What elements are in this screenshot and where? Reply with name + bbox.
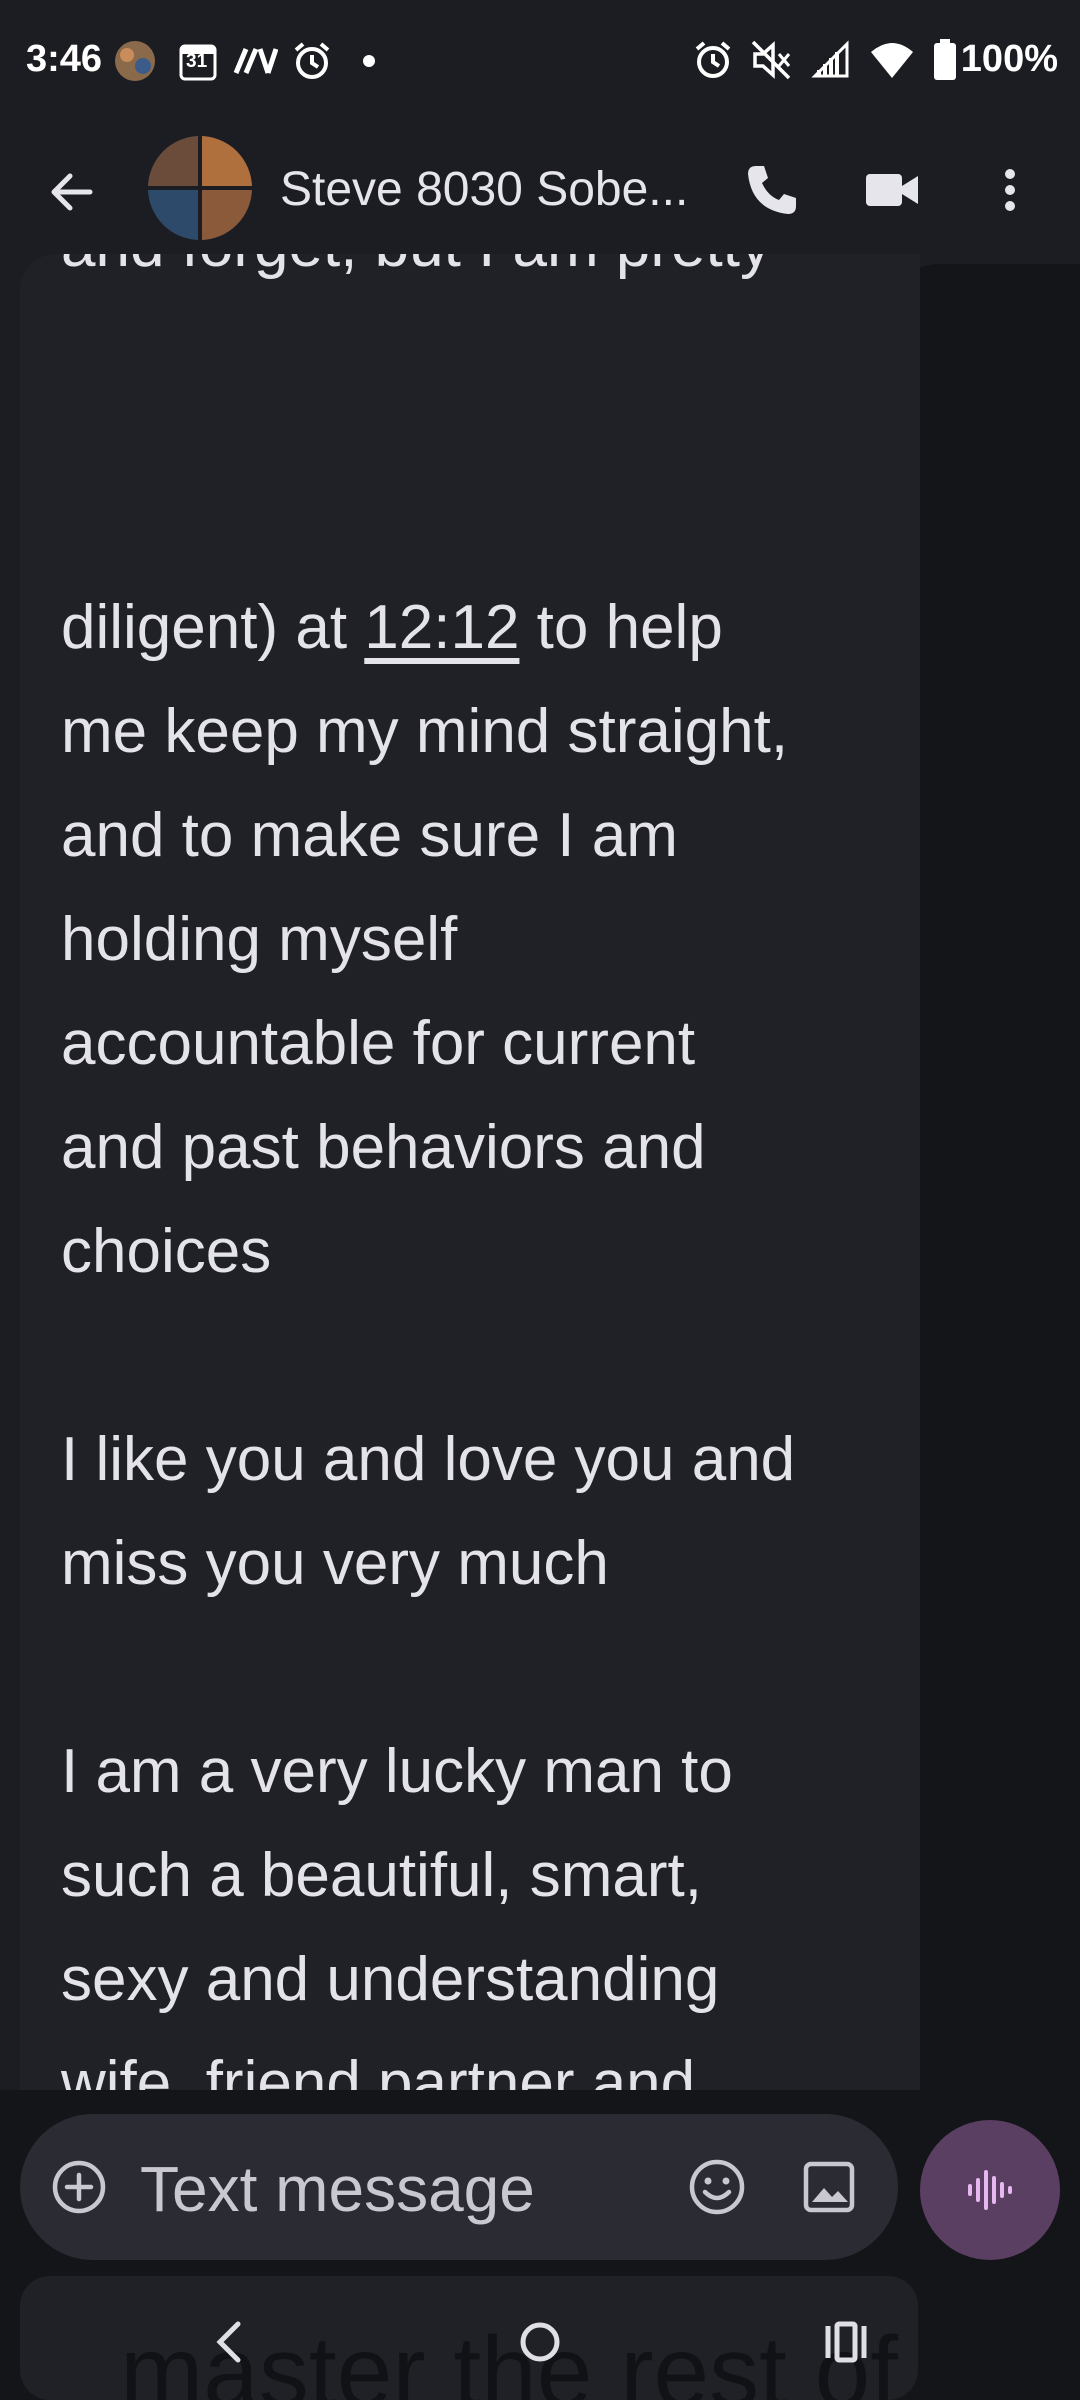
battery-icon	[933, 38, 956, 80]
video-call-button[interactable]	[862, 160, 922, 220]
alarm-icon	[292, 36, 332, 86]
add-attachment-button[interactable]	[50, 2158, 108, 2216]
message-text: diligent) at 12:12 to help	[61, 576, 901, 680]
mute-icon	[751, 40, 791, 79]
waveform-icon	[968, 2170, 1012, 2210]
message-body: me keep my mind straight, and to make su…	[61, 680, 901, 2090]
image-icon	[803, 2161, 855, 2213]
app-notification-icon	[232, 36, 278, 86]
message-bubble[interactable]: and forget, but I am pretty diligent) at…	[20, 254, 920, 2090]
time-link[interactable]: 12:12	[364, 593, 519, 662]
dot-icon	[362, 36, 376, 86]
status-time: 3:46	[26, 38, 103, 80]
nav-recents-button[interactable]	[816, 2312, 876, 2372]
compose-bar[interactable]: Text message	[20, 2114, 898, 2260]
status-right: 100%	[693, 38, 1058, 81]
more-vert-icon	[1005, 169, 1015, 211]
smiley-icon	[689, 2159, 745, 2215]
message-line-text: diligent) at	[61, 593, 365, 662]
phone-icon	[748, 166, 796, 214]
chevron-left-icon	[216, 2321, 241, 2363]
gallery-button[interactable]	[798, 2156, 860, 2218]
avatar[interactable]	[148, 136, 252, 240]
voice-message-button[interactable]	[920, 2120, 1060, 2260]
status-bar: 3:46 31 100%	[0, 0, 1080, 124]
signal-icon	[811, 39, 849, 77]
conversation-header: Steve 8030 Sobe...	[0, 124, 1080, 254]
arrow-left-icon	[51, 173, 93, 211]
message-line-text: to help	[519, 593, 723, 662]
calendar-icon: 31	[178, 36, 218, 86]
navigation-bar	[0, 2290, 1080, 2400]
home-circle-icon	[520, 2322, 560, 2362]
alarm-icon	[695, 40, 731, 78]
back-button[interactable]	[44, 164, 100, 220]
battery-percent: 100%	[960, 38, 1058, 80]
plus-circle-icon	[52, 2160, 106, 2214]
message-partial-line: and forget, but I am pretty	[61, 254, 771, 298]
contact-name[interactable]: Steve 8030 Sobe...	[280, 162, 688, 217]
emoji-button[interactable]	[686, 2156, 748, 2218]
recents-icon	[825, 2321, 867, 2363]
calendar-day: 31	[186, 51, 208, 72]
message-input[interactable]: Text message	[140, 2152, 535, 2226]
nav-home-button[interactable]	[510, 2312, 570, 2372]
nav-back-button[interactable]	[200, 2312, 260, 2372]
wifi-icon	[870, 42, 913, 78]
video-camera-icon	[866, 174, 918, 206]
more-options-button[interactable]	[980, 160, 1040, 220]
call-button[interactable]	[742, 160, 802, 220]
message-body-text: me keep my mind straight, and to make su…	[61, 697, 796, 2090]
photo-notification-icon	[112, 36, 158, 86]
